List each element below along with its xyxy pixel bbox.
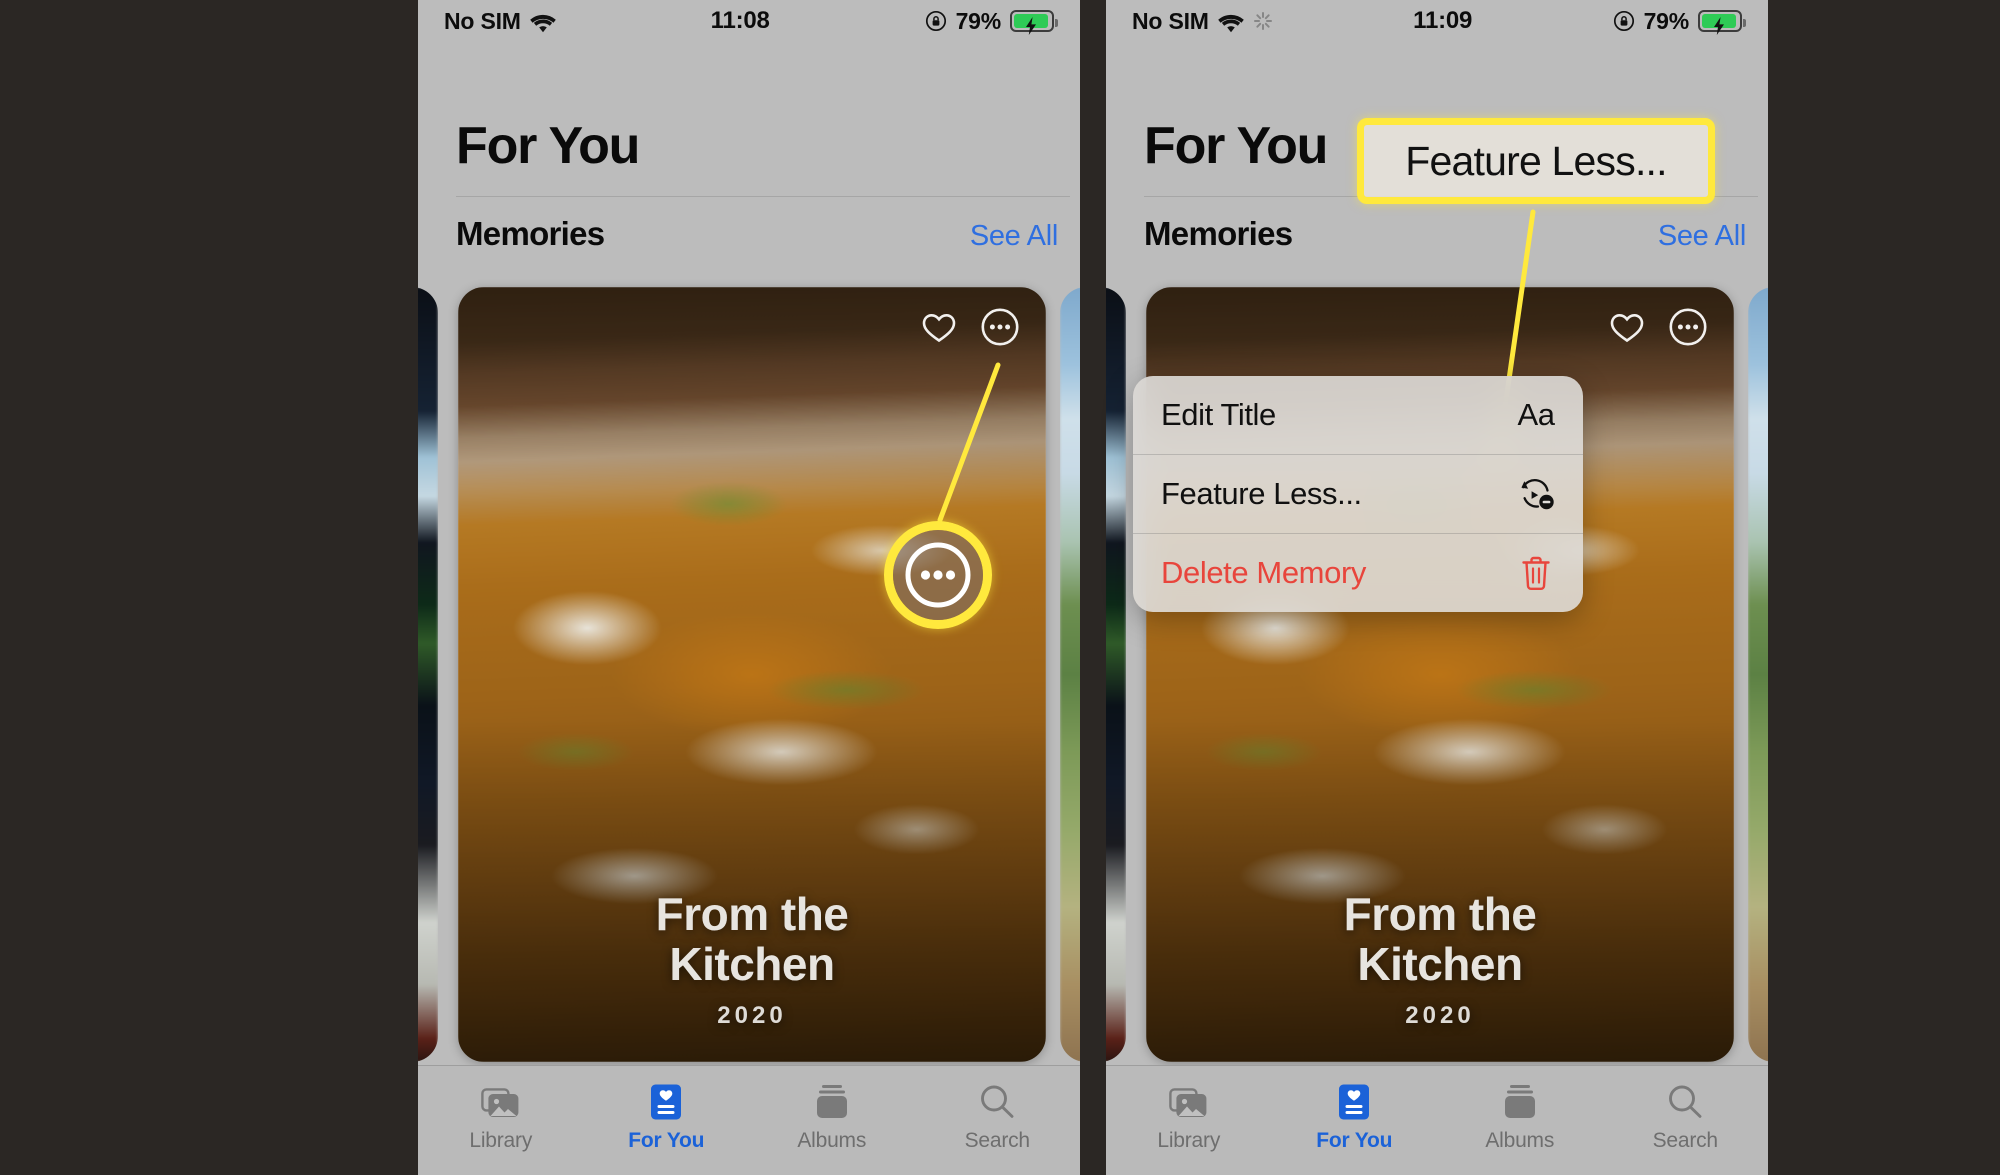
rotation-lock-icon [1613, 10, 1635, 32]
tab-label: Search [1652, 1129, 1719, 1152]
status-bar-right: 79% [1613, 7, 1746, 35]
tab-label: For You [628, 1129, 705, 1152]
tab-for-you[interactable]: For You [1272, 1082, 1438, 1153]
page-title: For You [456, 117, 640, 175]
heart-icon[interactable] [1608, 308, 1646, 346]
photos-stack-icon [480, 1082, 522, 1122]
annotation-highlight-circle-ellipsis[interactable] [884, 521, 992, 629]
tab-label: Library [469, 1129, 533, 1152]
tab-label: Search [964, 1129, 1031, 1152]
for-you-card-icon [1333, 1082, 1375, 1122]
memory-year: 2020 [1405, 1002, 1475, 1029]
section-title-memories: Memories [1144, 215, 1293, 252]
status-bar-left: No SIM [1132, 8, 1273, 35]
memory-thumbnail [1106, 287, 1126, 1062]
trash-icon [1517, 554, 1555, 592]
memory-title-line1: From the [655, 887, 849, 940]
tab-library[interactable]: Library [1106, 1082, 1272, 1153]
status-bar-clock: 11:08 [710, 7, 770, 34]
status-bar: No SIM 11:08 79% [418, 0, 1080, 42]
memory-card-featured[interactable]: From the Kitchen 2020 [458, 287, 1046, 1062]
memory-thumbnail [418, 287, 438, 1062]
memory-card-caption: From the Kitchen 2020 [458, 889, 1046, 1030]
photos-stack-icon [1168, 1082, 1210, 1122]
context-menu-item-label: Edit Title [1161, 397, 1276, 432]
memory-thumbnail [1748, 287, 1768, 1062]
page-title: For You [1144, 117, 1328, 175]
carrier-label: No SIM [1132, 7, 1209, 34]
tab-bar: Library For You Albums Search [1106, 1065, 1768, 1175]
ellipsis-circle-icon[interactable] [893, 530, 983, 620]
search-icon [976, 1082, 1018, 1122]
activity-spinner-icon [1253, 11, 1273, 31]
wifi-icon [529, 12, 556, 32]
memory-thumbnail [1060, 287, 1080, 1062]
context-menu-item-label: Feature Less... [1161, 476, 1362, 511]
section-title-memories: Memories [456, 215, 605, 252]
battery-percent-label: 79% [955, 7, 1002, 34]
memory-card-next[interactable] [1748, 287, 1768, 1062]
tab-search[interactable]: Search [915, 1082, 1081, 1153]
battery-charging-icon [1698, 10, 1746, 35]
see-all-link[interactable]: See All [970, 220, 1058, 253]
memory-title-line1: From the [1343, 887, 1537, 940]
tab-label: Albums [797, 1129, 867, 1152]
tab-albums[interactable]: Albums [1437, 1082, 1603, 1153]
status-bar-clock: 11:09 [1413, 7, 1473, 34]
albums-stack-icon [811, 1082, 853, 1122]
memory-card-previous[interactable] [418, 287, 438, 1062]
tab-label: For You [1316, 1129, 1393, 1152]
battery-charging-icon [1010, 10, 1058, 35]
memory-card-next[interactable] [1060, 287, 1080, 1062]
wifi-icon [1217, 12, 1244, 32]
memory-title-line2: Kitchen [669, 938, 835, 991]
tab-search[interactable]: Search [1603, 1082, 1769, 1153]
context-menu-item-feature-less[interactable]: Feature Less... [1133, 455, 1583, 533]
ellipsis-circle-icon[interactable] [1668, 307, 1708, 347]
search-icon [1664, 1082, 1706, 1122]
tab-for-you[interactable]: For You [584, 1082, 750, 1153]
tab-library[interactable]: Library [418, 1082, 584, 1153]
memories-carousel[interactable]: From the Kitchen 2020 [418, 287, 1080, 1067]
screenshot-stage: No SIM 11:08 79% For You Memories See Al… [0, 0, 2000, 1175]
memory-card-actions [920, 307, 1020, 347]
context-menu-item-delete-memory[interactable]: Delete Memory [1133, 534, 1583, 612]
carrier-label: No SIM [444, 7, 521, 34]
tab-albums[interactable]: Albums [749, 1082, 915, 1153]
memory-card-previous[interactable] [1106, 287, 1126, 1062]
see-all-link[interactable]: See All [1658, 220, 1746, 253]
memory-card-caption: From the Kitchen 2020 [1146, 889, 1734, 1030]
aa-text-icon: Aa [1517, 397, 1555, 432]
memory-year: 2020 [717, 1002, 787, 1029]
tab-bar: Library For You Albums Search [418, 1065, 1080, 1175]
annotation-callout-feature-less: Feature Less... [1357, 118, 1715, 204]
tab-label: Library [1157, 1129, 1221, 1152]
memory-card-actions [1608, 307, 1708, 347]
tab-label: Albums [1485, 1129, 1555, 1152]
ellipsis-circle-icon[interactable] [980, 307, 1020, 347]
rotation-lock-icon [925, 10, 947, 32]
header-divider [456, 196, 1070, 197]
status-bar: No SIM 11:09 79% [1106, 0, 1768, 42]
context-menu-item-label: Delete Memory [1161, 555, 1366, 590]
feature-less-icon [1517, 475, 1555, 513]
heart-icon[interactable] [920, 308, 958, 346]
memory-title-line2: Kitchen [1357, 938, 1523, 991]
albums-stack-icon [1499, 1082, 1541, 1122]
memory-context-menu[interactable]: Edit Title Aa Feature Less... Delete Mem… [1133, 376, 1583, 612]
status-bar-right: 79% [925, 7, 1058, 35]
for-you-card-icon [645, 1082, 687, 1122]
context-menu-item-edit-title[interactable]: Edit Title Aa [1133, 376, 1583, 454]
status-bar-left: No SIM [444, 8, 556, 35]
battery-percent-label: 79% [1643, 7, 1690, 34]
